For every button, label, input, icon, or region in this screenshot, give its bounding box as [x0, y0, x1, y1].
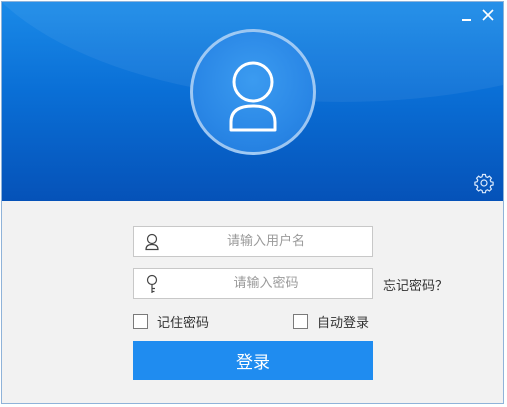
username-field[interactable] — [133, 226, 373, 257]
remember-password-checkbox[interactable]: 记住密码 — [133, 312, 210, 331]
username-input[interactable] — [162, 227, 370, 256]
user-icon — [145, 233, 159, 251]
auto-login-box[interactable] — [293, 313, 308, 329]
login-header — [2, 2, 503, 201]
auto-login-checkbox[interactable]: 自动登录 — [293, 312, 370, 331]
settings-button[interactable] — [473, 172, 495, 194]
login-button[interactable]: 登录 — [133, 341, 373, 380]
minimize-button[interactable] — [460, 8, 474, 22]
user-avatar-icon — [229, 61, 277, 132]
forgot-password-link[interactable]: 忘记密码？ — [383, 275, 448, 294]
close-button[interactable] — [481, 8, 495, 22]
close-icon — [482, 9, 494, 21]
key-icon — [146, 274, 158, 293]
gear-icon — [474, 173, 494, 194]
password-field[interactable] — [133, 268, 373, 299]
remember-password-box[interactable] — [133, 313, 148, 329]
remember-password-label: 记住密码 — [157, 315, 210, 331]
avatar — [190, 29, 316, 155]
password-input[interactable] — [162, 269, 370, 298]
auto-login-label: 自动登录 — [317, 315, 370, 331]
login-window: 忘记密码？ 记住密码 自动登录 登录 — [1, 1, 504, 404]
